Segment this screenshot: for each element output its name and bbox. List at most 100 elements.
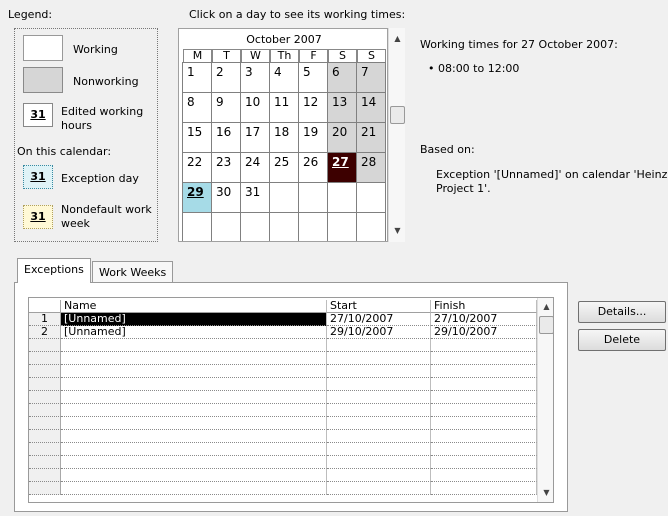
column-header-name[interactable]: Name (61, 300, 327, 313)
table-row[interactable] (29, 365, 537, 378)
calendar-day[interactable]: 19 (298, 122, 328, 153)
table-row[interactable] (29, 443, 537, 456)
exception-name-cell[interactable] (61, 391, 327, 404)
calendar-day[interactable]: 14 (356, 92, 386, 123)
calendar-day[interactable]: 23 (211, 152, 241, 183)
start-date-cell[interactable] (327, 404, 431, 417)
start-date-cell[interactable] (327, 469, 431, 482)
table-row[interactable] (29, 404, 537, 417)
start-date-cell[interactable]: 27/10/2007 (327, 313, 431, 326)
exception-name-cell[interactable] (61, 482, 327, 495)
table-scroll-thumb[interactable] (539, 316, 553, 334)
calendar-day[interactable]: 6 (327, 62, 357, 93)
scroll-up-arrow-icon[interactable]: ▲ (389, 34, 406, 43)
start-date-cell[interactable] (327, 443, 431, 456)
calendar-day[interactable]: 24 (240, 152, 270, 183)
calendar-day[interactable]: 29 (182, 182, 212, 213)
finish-date-cell[interactable]: 27/10/2007 (431, 313, 537, 326)
calendar-day[interactable]: 17 (240, 122, 270, 153)
delete-button[interactable]: Delete (578, 329, 666, 351)
calendar-day[interactable]: 26 (298, 152, 328, 183)
calendar-scroll-thumb[interactable] (390, 106, 405, 124)
calendar-day[interactable]: 27 (327, 152, 357, 183)
exception-name-cell[interactable] (61, 430, 327, 443)
calendar-day[interactable]: 30 (211, 182, 241, 213)
calendar-day[interactable]: 31 (240, 182, 270, 213)
calendar-day[interactable]: 8 (182, 92, 212, 123)
finish-date-cell[interactable] (431, 469, 537, 482)
scroll-down-arrow-icon[interactable]: ▼ (389, 226, 406, 235)
exception-name-cell[interactable] (61, 352, 327, 365)
calendar-scrollbar[interactable]: ▲ ▼ (388, 28, 405, 242)
exception-name-cell[interactable] (61, 469, 327, 482)
calendar-day[interactable]: 9 (211, 92, 241, 123)
table-row[interactable] (29, 339, 537, 352)
finish-date-cell[interactable] (431, 339, 537, 352)
calendar-day[interactable]: 18 (269, 122, 299, 153)
start-date-cell[interactable] (327, 339, 431, 352)
exception-name-cell[interactable] (61, 339, 327, 352)
calendar-day[interactable]: 11 (269, 92, 299, 123)
details-button[interactable]: Details... (578, 301, 666, 323)
start-date-cell[interactable] (327, 391, 431, 404)
finish-date-cell[interactable] (431, 378, 537, 391)
calendar-day[interactable]: 3 (240, 62, 270, 93)
finish-date-cell[interactable]: 29/10/2007 (431, 326, 537, 339)
table-scroll-down-icon[interactable]: ▼ (538, 488, 553, 497)
calendar-day[interactable]: 13 (327, 92, 357, 123)
start-date-cell[interactable] (327, 482, 431, 495)
finish-date-cell[interactable] (431, 430, 537, 443)
exception-name-cell[interactable] (61, 456, 327, 469)
start-date-cell[interactable] (327, 417, 431, 430)
table-row[interactable]: 1 [Unnamed] 27/10/2007 27/10/2007 (29, 313, 537, 326)
start-date-cell[interactable] (327, 378, 431, 391)
table-row[interactable] (29, 482, 537, 495)
exception-name-cell[interactable] (61, 404, 327, 417)
calendar-day[interactable]: 15 (182, 122, 212, 153)
exception-name-cell[interactable] (61, 378, 327, 391)
calendar-day[interactable]: 25 (269, 152, 299, 183)
start-date-cell[interactable] (327, 365, 431, 378)
table-scrollbar[interactable]: ▲ ▼ (537, 298, 553, 502)
calendar-day[interactable]: 2 (211, 62, 241, 93)
table-row[interactable] (29, 469, 537, 482)
calendar-day[interactable]: 1 (182, 62, 212, 93)
finish-date-cell[interactable] (431, 482, 537, 495)
calendar-days-grid[interactable]: 1 2 3 4 5 6 7 8 9 10 11 12 13 14 15 16 17 18 19 20 21 22 23 24 2… (182, 62, 386, 241)
column-header-start[interactable]: Start (327, 300, 431, 313)
exception-name-cell[interactable] (61, 417, 327, 430)
tab-exceptions[interactable]: Exceptions (17, 258, 91, 283)
calendar-day[interactable]: 20 (327, 122, 357, 153)
start-date-cell[interactable] (327, 430, 431, 443)
exceptions-table[interactable]: Name Start Finish 1 [Unnamed] 27/10/2007 27… (28, 297, 554, 503)
finish-date-cell[interactable] (431, 443, 537, 456)
finish-date-cell[interactable] (431, 404, 537, 417)
exception-name-cell[interactable]: [Unnamed] (61, 326, 327, 339)
calendar-day[interactable]: 28 (356, 152, 386, 183)
calendar-day[interactable]: 12 (298, 92, 328, 123)
start-date-cell[interactable]: 29/10/2007 (327, 326, 431, 339)
calendar-day[interactable]: 16 (211, 122, 241, 153)
exception-name-cell[interactable]: [Unnamed] (61, 313, 327, 326)
table-row[interactable] (29, 352, 537, 365)
finish-date-cell[interactable] (431, 365, 537, 378)
table-scroll-up-icon[interactable]: ▲ (538, 302, 553, 311)
finish-date-cell[interactable] (431, 391, 537, 404)
month-calendar[interactable]: October 2007 M T W Th F S S 1 2 3 4 5 6 7 8 9 10 11 12 13 1… (178, 28, 388, 242)
finish-date-cell[interactable] (431, 456, 537, 469)
calendar-day[interactable]: 7 (356, 62, 386, 93)
start-date-cell[interactable] (327, 352, 431, 365)
finish-date-cell[interactable] (431, 352, 537, 365)
start-date-cell[interactable] (327, 456, 431, 469)
table-row[interactable] (29, 417, 537, 430)
calendar-day[interactable]: 10 (240, 92, 270, 123)
finish-date-cell[interactable] (431, 417, 537, 430)
calendar-day[interactable]: 5 (298, 62, 328, 93)
table-row[interactable]: 2 [Unnamed] 29/10/2007 29/10/2007 (29, 326, 537, 339)
exception-name-cell[interactable] (61, 365, 327, 378)
table-row[interactable] (29, 456, 537, 469)
calendar-day[interactable]: 4 (269, 62, 299, 93)
calendar-day[interactable]: 22 (182, 152, 212, 183)
column-header-finish[interactable]: Finish (431, 300, 537, 313)
exception-name-cell[interactable] (61, 443, 327, 456)
